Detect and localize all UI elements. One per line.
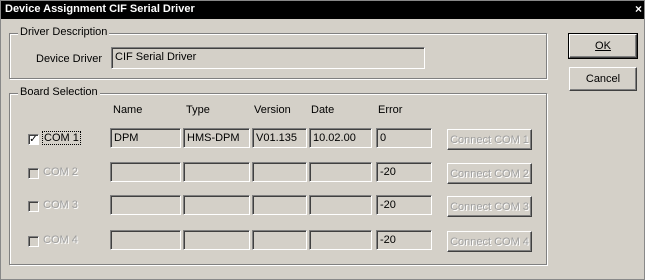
com1-checkbox[interactable]: ✓: [28, 134, 39, 145]
ok-button[interactable]: OK: [568, 33, 638, 59]
com1-version-field: V01.135: [252, 128, 307, 148]
column-header-date: Date: [311, 104, 335, 116]
com3-type-field: [183, 195, 250, 215]
connect-com3-button[interactable]: Connect COM 3: [447, 196, 532, 217]
com2-error-field: -20: [376, 162, 432, 182]
cancel-button[interactable]: Cancel: [569, 67, 637, 91]
device-driver-field: CIF Serial Driver: [111, 47, 425, 69]
connect-com4-button[interactable]: Connect COM 4: [447, 231, 532, 252]
driver-description-label: Driver Description: [18, 26, 110, 38]
com3-label[interactable]: COM 3: [43, 199, 78, 211]
column-header-error: Error: [378, 104, 403, 116]
close-icon[interactable]: ×: [635, 2, 642, 16]
com3-version-field: [252, 195, 307, 215]
com1-name-field: DPM: [110, 128, 181, 148]
com2-label[interactable]: COM 2: [43, 166, 78, 178]
device-driver-label: Device Driver: [36, 53, 103, 65]
title-bar[interactable]: Device Assignment CIF Serial Driver ×: [1, 1, 644, 19]
com4-type-field: [183, 230, 250, 250]
com3-name-field: [110, 195, 181, 215]
cancel-button-label: Cancel: [585, 73, 621, 85]
connect-com1-button[interactable]: Connect COM 1: [447, 129, 532, 150]
com4-error-field: -20: [376, 230, 432, 250]
com2-date-field: [309, 162, 372, 182]
connect-com2-button[interactable]: Connect COM 2: [447, 163, 532, 184]
com3-error-field: -20: [376, 195, 432, 215]
com2-type-field: [183, 162, 250, 182]
com1-label[interactable]: COM 1: [42, 131, 81, 145]
com3-checkbox[interactable]: [28, 201, 39, 212]
com4-version-field: [252, 230, 307, 250]
ok-button-label: OK: [595, 40, 611, 52]
com1-error-field: 0: [376, 128, 432, 148]
com1-type-field: HMS-DPM: [183, 128, 250, 148]
window-title: Device Assignment CIF Serial Driver: [5, 3, 195, 15]
com1-date-field: 10.02.00: [309, 128, 372, 148]
com2-name-field: [110, 162, 181, 182]
com2-checkbox[interactable]: [28, 168, 39, 179]
column-header-type: Type: [186, 104, 210, 116]
com2-version-field: [252, 162, 307, 182]
device-assignment-dialog: Device Assignment CIF Serial Driver × Dr…: [0, 0, 645, 280]
column-header-version: Version: [254, 104, 291, 116]
board-selection-label: Board Selection: [18, 86, 100, 98]
com4-label[interactable]: COM 4: [43, 234, 78, 246]
column-header-name: Name: [113, 104, 143, 116]
com3-date-field: [309, 195, 372, 215]
com4-date-field: [309, 230, 372, 250]
com4-name-field: [110, 230, 181, 250]
com4-checkbox[interactable]: [28, 236, 39, 247]
